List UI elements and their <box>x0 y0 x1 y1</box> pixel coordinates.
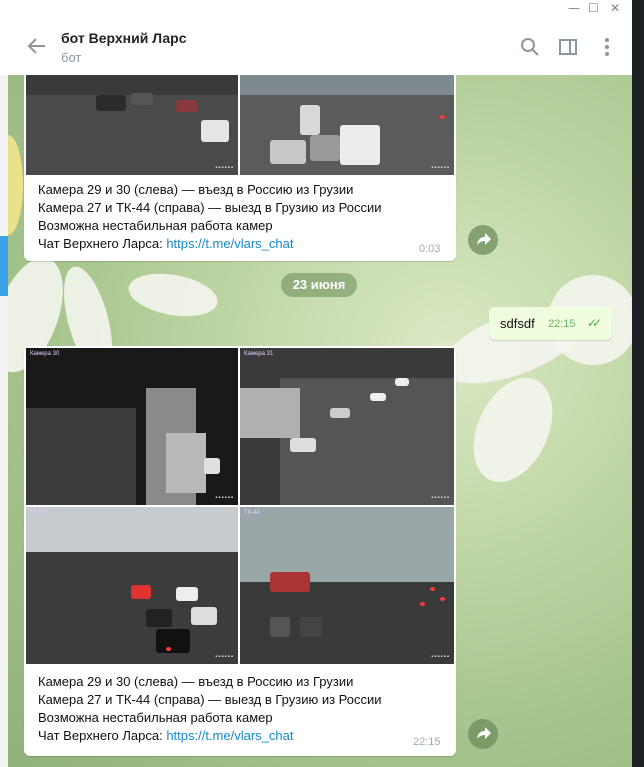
share-button[interactable] <box>468 719 498 749</box>
chat-link[interactable]: https://t.me/vlars_chat <box>166 728 293 743</box>
camera-frame-29: ▪▪▪▪▪▪ <box>26 75 238 175</box>
chat-history[interactable]: ▪▪▪▪▪▪ ▪▪▪▪▪▪ Камера 29 и 30 (слева) — в… <box>8 75 632 767</box>
camera-label: ТК-50 <box>30 510 46 516</box>
message-line: Камера 27 и ТК-44 (справа) — выезд в Гру… <box>38 692 382 707</box>
chat-title[interactable]: бот Верхний Ларс <box>61 30 187 46</box>
message-time: 22:15 <box>548 318 576 330</box>
message-line: Чат Верхнего Ларса: https://t.me/vlars_c… <box>38 727 448 745</box>
search-icon[interactable] <box>519 36 541 58</box>
background-petal <box>125 267 221 323</box>
message-line: Возможна нестабильная работа камер <box>38 710 273 725</box>
camera-frame-tk44: ТК-44 ▪▪▪▪▪▪ <box>240 507 454 664</box>
message-line: Камера 27 и ТК-44 (справа) — выезд в Гру… <box>38 200 382 215</box>
camera-frame-27: ▪▪▪▪▪▪ <box>240 75 454 175</box>
background-window-strip <box>632 0 644 767</box>
minimize-button[interactable]: — <box>568 1 580 15</box>
chat-link-prefix: Чат Верхнего Ларса: <box>38 236 167 251</box>
left-panel-accent <box>0 236 8 296</box>
outgoing-message[interactable]: sdfsdf 22:15 ✓✓ <box>489 307 612 340</box>
close-button[interactable]: ✕ <box>610 1 620 15</box>
chat-link-prefix: Чат Верхнего Ларса: <box>38 728 167 743</box>
back-arrow-icon[interactable] <box>25 34 49 58</box>
message-text: Камера 29 и 30 (слева) — въезд в Россию … <box>38 673 448 745</box>
message-line: Камера 29 и 30 (слева) — въезд в Россию … <box>38 674 354 689</box>
bot-message-1[interactable]: ▪▪▪▪▪▪ ▪▪▪▪▪▪ Камера 29 и 30 (слева) — в… <box>24 75 456 261</box>
camera-frame-30: Камера 30 ▪▪▪▪▪▪ <box>26 348 238 505</box>
camera-label: ТК-44 <box>244 510 260 516</box>
camera-frame-31: Камера 31 ▪▪▪▪▪▪ <box>240 348 454 505</box>
share-icon <box>477 727 491 739</box>
message-line: Чат Верхнего Ларса: https://t.me/vlars_c… <box>38 235 448 253</box>
chat-link[interactable]: https://t.me/vlars_chat <box>166 236 293 251</box>
chat-header: бот Верхний Ларс бот <box>0 18 632 76</box>
message-time: 0:03 <box>419 243 441 255</box>
left-panel-edge <box>0 75 8 767</box>
bot-message-2[interactable]: Камера 30 ▪▪▪▪▪▪ Камера 31 ▪▪▪▪▪▪ ТК-50 <box>24 346 456 756</box>
share-button[interactable] <box>468 225 498 255</box>
sidebar-toggle-icon[interactable] <box>557 36 579 58</box>
chat-subtitle: бот <box>61 50 82 65</box>
message-text: sdfsdf <box>500 316 535 331</box>
message-line: Возможна нестабильная работа камер <box>38 218 273 233</box>
read-check-icon: ✓✓ <box>587 316 602 330</box>
more-menu-icon[interactable] <box>596 36 618 58</box>
message-text: Камера 29 и 30 (слева) — въезд в Россию … <box>38 181 448 253</box>
camera-frame-tk50: ТК-50 ▪▪▪▪▪▪ <box>26 507 238 664</box>
background-flower-center <box>8 135 23 235</box>
date-separator: 23 июня <box>281 273 357 297</box>
camera-label: Камера 31 <box>244 351 274 357</box>
share-icon <box>477 233 491 245</box>
camera-label: Камера 30 <box>30 351 60 357</box>
message-time: 22:15 <box>413 736 441 748</box>
maximize-button[interactable]: ☐ <box>588 1 599 15</box>
window-titlebar: — ☐ ✕ <box>0 0 632 18</box>
background-petal <box>458 365 568 495</box>
message-line: Камера 29 и 30 (слева) — въезд в Россию … <box>38 182 354 197</box>
